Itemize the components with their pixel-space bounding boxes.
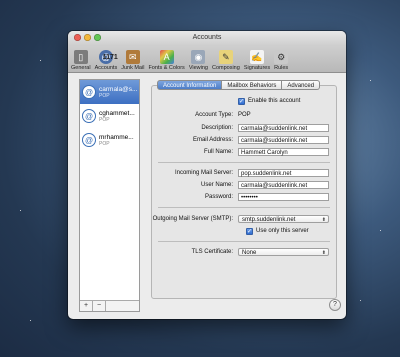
background-star [20, 210, 21, 211]
tab-advanced[interactable]: Advanced [282, 80, 321, 90]
toolbar-viewing[interactable]: ◉ Viewing [189, 50, 208, 72]
smtp-server-select[interactable]: smtp.suddenlink.net ⬍ [238, 215, 329, 223]
use-only-server-label: Use only this server [256, 228, 309, 234]
composing-icon: ✎ [218, 50, 233, 64]
background-star [370, 80, 371, 81]
remove-account-button[interactable]: − [93, 301, 106, 311]
accounts-list: @ carmala@s... POP @ cghammet... POP @ m… [79, 79, 140, 312]
toolbar-signatures[interactable]: ✍ Signatures [244, 50, 270, 72]
enable-account-label: Enable this account [248, 98, 301, 104]
toolbar-junk-mail-label: Junk Mail [121, 65, 145, 71]
description-label: Description: [201, 125, 233, 131]
close-button[interactable] [74, 34, 81, 41]
toolbar-composing-label: Composing [211, 65, 240, 71]
email-address-field[interactable]: carmala@suddenlink.net [238, 136, 329, 144]
toolbar-viewing-label: Viewing [188, 65, 208, 71]
account-type: POP [99, 116, 110, 123]
tls-certificate-value: None [242, 250, 257, 256]
zoom-button[interactable] [94, 34, 101, 41]
smtp-server-value: smtp.suddenlink.net [242, 217, 296, 223]
tls-certificate-label: TLS Certificate: [191, 249, 233, 255]
toolbar-fonts-colors[interactable]: A Fonts & Colors [148, 50, 185, 72]
account-type-value: POP [238, 112, 251, 118]
toolbar-composing[interactable]: ✎ Composing [212, 50, 240, 72]
user-name-label: User Name: [200, 182, 233, 188]
description-field[interactable]: carmala@suddenlink.net [238, 124, 329, 132]
at-icon: @ [82, 133, 96, 147]
password-label: Password: [204, 194, 233, 200]
signature-icon: ✍ [249, 50, 264, 64]
window-controls [74, 34, 101, 41]
rules-icon: ⚙ [274, 50, 289, 64]
toolbar-general[interactable]: ▯ General [71, 50, 91, 72]
toolbar-fonts-colors-label: Fonts & Colors [148, 65, 185, 71]
background-star [40, 60, 41, 61]
account-settings-panel: ✓ Enable this account Account Type: POP … [151, 85, 337, 299]
minimize-button[interactable] [84, 34, 91, 41]
preferences-toolbar: ▯ General @ Accounts 1171 ✉ Junk Mail A … [68, 45, 346, 73]
settings-tabs: Account Information Mailbox Behaviors Ad… [157, 80, 321, 90]
background-star [30, 320, 31, 321]
switch-icon: ▯ [73, 50, 88, 64]
incoming-server-field[interactable]: pop.suddenlink.net [238, 169, 329, 177]
separator [158, 162, 330, 163]
email-address-label: Email Address: [192, 137, 233, 143]
account-item[interactable]: @ cghammet... POP [80, 104, 139, 128]
full-name-label: Full Name: [203, 149, 233, 155]
title-bar: Accounts [68, 31, 346, 45]
tab-account-information[interactable]: Account Information [157, 80, 223, 90]
account-type: POP [99, 140, 110, 147]
at-icon: @ [82, 85, 96, 99]
account-name: mrhamme... [99, 133, 134, 141]
account-type: POP [99, 92, 110, 99]
user-name-field[interactable]: carmala@suddenlink.net [238, 181, 329, 189]
smtp-label: Outgoing Mail Server (SMTP): [152, 216, 233, 222]
separator [158, 207, 330, 208]
at-icon: @ [82, 109, 96, 123]
add-account-button[interactable]: + [80, 301, 93, 311]
account-name: cghammet... [99, 109, 135, 117]
viewing-icon: ◉ [191, 50, 206, 64]
use-only-server-checkbox[interactable]: ✓ [246, 228, 253, 235]
toolbar-rules[interactable]: ⚙ Rules [274, 50, 288, 72]
account-item[interactable]: @ mrhamme... POP [80, 128, 139, 152]
account-name: carmala@s... [99, 85, 138, 93]
background-star [380, 230, 381, 231]
separator [158, 241, 330, 242]
accounts-window: Accounts ▯ General @ Accounts 1171 ✉ Jun… [68, 31, 346, 319]
select-arrows-icon: ⬍ [321, 217, 326, 223]
account-list-footer: + − [80, 300, 139, 311]
toolbar-accounts[interactable]: @ Accounts 1171 [95, 50, 118, 72]
password-field[interactable]: •••••••• [238, 193, 329, 201]
select-arrows-icon: ⬍ [321, 250, 326, 256]
toolbar-rules-label: Rules [274, 65, 289, 71]
enable-account-checkbox[interactable]: ✓ [238, 98, 245, 105]
account-item[interactable]: @ carmala@s... POP [80, 80, 139, 104]
account-type-label: Account Type: [195, 112, 233, 118]
fonts-colors-icon: A [159, 50, 174, 64]
full-name-field[interactable]: Hammett Carolyn [238, 148, 329, 156]
overlay-number: 1171 [102, 54, 118, 61]
toolbar-general-label: General [71, 65, 91, 71]
help-button[interactable]: ? [329, 299, 341, 311]
tls-certificate-select[interactable]: None ⬍ [238, 248, 329, 256]
window-title: Accounts [192, 34, 222, 41]
toolbar-junk-mail[interactable]: ✉ Junk Mail [121, 50, 144, 72]
toolbar-accounts-label: Accounts [94, 65, 118, 71]
junk-mail-icon: ✉ [125, 50, 140, 64]
toolbar-signatures-label: Signatures [243, 65, 271, 71]
tab-mailbox-behaviors[interactable]: Mailbox Behaviors [222, 80, 283, 90]
incoming-server-label: Incoming Mail Server: [174, 170, 233, 176]
background-star [360, 300, 361, 301]
